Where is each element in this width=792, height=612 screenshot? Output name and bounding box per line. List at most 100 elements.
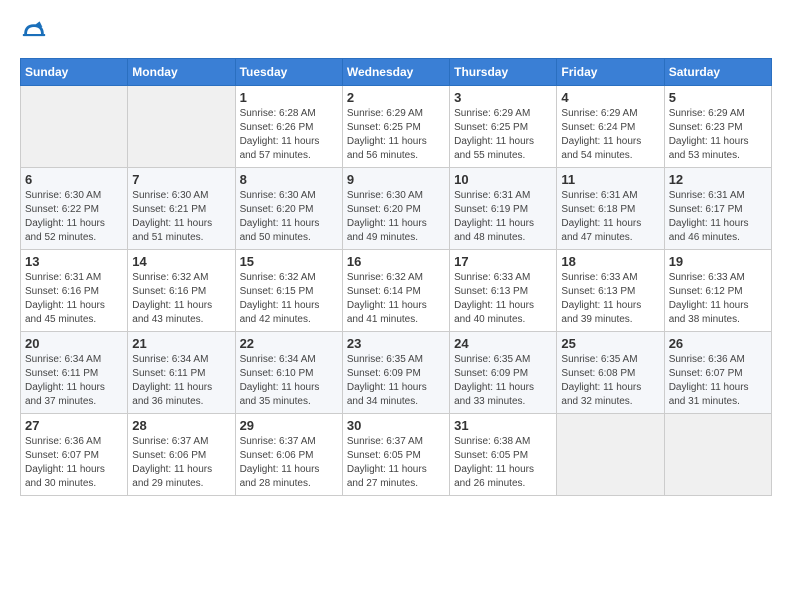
day-number: 25 xyxy=(561,336,659,351)
day-number: 2 xyxy=(347,90,445,105)
day-number: 14 xyxy=(132,254,230,269)
day-number: 3 xyxy=(454,90,552,105)
day-info: Sunrise: 6:34 AM Sunset: 6:11 PM Dayligh… xyxy=(25,353,123,409)
calendar-cell: 24 Sunrise: 6:35 AM Sunset: 6:09 PM Dayli… xyxy=(450,332,557,414)
day-info: Sunrise: 6:29 AM Sunset: 6:23 PM Dayligh… xyxy=(669,107,767,163)
calendar-cell: 3 Sunrise: 6:29 AM Sunset: 6:25 PM Daylig… xyxy=(450,86,557,168)
calendar-cell: 21 Sunrise: 6:34 AM Sunset: 6:11 PM Dayli… xyxy=(128,332,235,414)
day-number: 11 xyxy=(561,172,659,187)
calendar-cell xyxy=(664,414,771,496)
calendar-cell: 27 Sunrise: 6:36 AM Sunset: 6:07 PM Dayli… xyxy=(21,414,128,496)
day-number: 8 xyxy=(240,172,338,187)
calendar-cell: 14 Sunrise: 6:32 AM Sunset: 6:16 PM Dayli… xyxy=(128,250,235,332)
day-number: 12 xyxy=(669,172,767,187)
calendar-cell: 8 Sunrise: 6:30 AM Sunset: 6:20 PM Daylig… xyxy=(235,168,342,250)
day-info: Sunrise: 6:32 AM Sunset: 6:14 PM Dayligh… xyxy=(347,271,445,327)
day-info: Sunrise: 6:30 AM Sunset: 6:20 PM Dayligh… xyxy=(347,189,445,245)
calendar-cell: 1 Sunrise: 6:28 AM Sunset: 6:26 PM Daylig… xyxy=(235,86,342,168)
day-info: Sunrise: 6:31 AM Sunset: 6:16 PM Dayligh… xyxy=(25,271,123,327)
day-header-tuesday: Tuesday xyxy=(235,59,342,86)
day-info: Sunrise: 6:34 AM Sunset: 6:10 PM Dayligh… xyxy=(240,353,338,409)
calendar-cell: 25 Sunrise: 6:35 AM Sunset: 6:08 PM Dayli… xyxy=(557,332,664,414)
day-number: 27 xyxy=(25,418,123,433)
day-number: 29 xyxy=(240,418,338,433)
day-number: 10 xyxy=(454,172,552,187)
calendar-cell: 18 Sunrise: 6:33 AM Sunset: 6:13 PM Dayli… xyxy=(557,250,664,332)
day-info: Sunrise: 6:29 AM Sunset: 6:25 PM Dayligh… xyxy=(454,107,552,163)
calendar-week-row: 27 Sunrise: 6:36 AM Sunset: 6:07 PM Dayli… xyxy=(21,414,772,496)
day-info: Sunrise: 6:36 AM Sunset: 6:07 PM Dayligh… xyxy=(25,435,123,491)
calendar-cell: 4Sunrise: 6:29 AM Sunset: 6:24 PM Daylig… xyxy=(557,86,664,168)
day-info: Sunrise: 6:33 AM Sunset: 6:13 PM Dayligh… xyxy=(561,271,659,327)
calendar-cell: 6 Sunrise: 6:30 AM Sunset: 6:22 PM Daylig… xyxy=(21,168,128,250)
day-number: 19 xyxy=(669,254,767,269)
day-header-friday: Friday xyxy=(557,59,664,86)
day-info: Sunrise: 6:34 AM Sunset: 6:11 PM Dayligh… xyxy=(132,353,230,409)
logo-icon xyxy=(20,20,48,48)
calendar-cell: 23 Sunrise: 6:35 AM Sunset: 6:09 PM Dayli… xyxy=(342,332,449,414)
day-info: Sunrise: 6:30 AM Sunset: 6:22 PM Dayligh… xyxy=(25,189,123,245)
calendar-cell xyxy=(21,86,128,168)
logo xyxy=(20,20,52,48)
day-number: 21 xyxy=(132,336,230,351)
calendar-cell: 26Sunrise: 6:36 AM Sunset: 6:07 PM Dayli… xyxy=(664,332,771,414)
day-info: Sunrise: 6:31 AM Sunset: 6:19 PM Dayligh… xyxy=(454,189,552,245)
day-number: 9 xyxy=(347,172,445,187)
day-number: 15 xyxy=(240,254,338,269)
day-info: Sunrise: 6:33 AM Sunset: 6:12 PM Dayligh… xyxy=(669,271,767,327)
day-info: Sunrise: 6:35 AM Sunset: 6:08 PM Dayligh… xyxy=(561,353,659,409)
calendar-table: SundayMondayTuesdayWednesdayThursdayFrid… xyxy=(20,58,772,496)
calendar-cell: 20 Sunrise: 6:34 AM Sunset: 6:11 PM Dayli… xyxy=(21,332,128,414)
calendar-cell: 19 Sunrise: 6:33 AM Sunset: 6:12 PM Dayli… xyxy=(664,250,771,332)
day-number: 18 xyxy=(561,254,659,269)
calendar-week-row: 1 Sunrise: 6:28 AM Sunset: 6:26 PM Daylig… xyxy=(21,86,772,168)
day-number: 16 xyxy=(347,254,445,269)
day-header-wednesday: Wednesday xyxy=(342,59,449,86)
calendar-cell xyxy=(557,414,664,496)
day-number: 24 xyxy=(454,336,552,351)
day-number: 30 xyxy=(347,418,445,433)
day-info: Sunrise: 6:32 AM Sunset: 6:16 PM Dayligh… xyxy=(132,271,230,327)
day-info: Sunrise: 6:28 AM Sunset: 6:26 PM Dayligh… xyxy=(240,107,338,163)
day-number: 23 xyxy=(347,336,445,351)
calendar-cell: 11 Sunrise: 6:31 AM Sunset: 6:18 PM Dayli… xyxy=(557,168,664,250)
calendar-cell: 17 Sunrise: 6:33 AM Sunset: 6:13 PM Dayli… xyxy=(450,250,557,332)
calendar-cell: 28Sunrise: 6:37 AM Sunset: 6:06 PM Dayli… xyxy=(128,414,235,496)
calendar-cell: 12Sunrise: 6:31 AM Sunset: 6:17 PM Dayli… xyxy=(664,168,771,250)
day-info: Sunrise: 6:37 AM Sunset: 6:06 PM Dayligh… xyxy=(240,435,338,491)
day-info: Sunrise: 6:37 AM Sunset: 6:05 PM Dayligh… xyxy=(347,435,445,491)
day-info: Sunrise: 6:37 AM Sunset: 6:06 PM Dayligh… xyxy=(132,435,230,491)
calendar-cell: 5 Sunrise: 6:29 AM Sunset: 6:23 PM Daylig… xyxy=(664,86,771,168)
calendar-week-row: 6 Sunrise: 6:30 AM Sunset: 6:22 PM Daylig… xyxy=(21,168,772,250)
day-info: Sunrise: 6:33 AM Sunset: 6:13 PM Dayligh… xyxy=(454,271,552,327)
calendar-cell: 13Sunrise: 6:31 AM Sunset: 6:16 PM Dayli… xyxy=(21,250,128,332)
calendar-cell xyxy=(128,86,235,168)
calendar-cell: 2Sunrise: 6:29 AM Sunset: 6:25 PM Daylig… xyxy=(342,86,449,168)
calendar-cell: 31Sunrise: 6:38 AM Sunset: 6:05 PM Dayli… xyxy=(450,414,557,496)
day-number: 26 xyxy=(669,336,767,351)
calendar-cell: 16 Sunrise: 6:32 AM Sunset: 6:14 PM Dayli… xyxy=(342,250,449,332)
calendar-cell: 15 Sunrise: 6:32 AM Sunset: 6:15 PM Dayli… xyxy=(235,250,342,332)
calendar-cell: 10 Sunrise: 6:31 AM Sunset: 6:19 PM Dayli… xyxy=(450,168,557,250)
day-number: 7 xyxy=(132,172,230,187)
day-number: 1 xyxy=(240,90,338,105)
day-header-thursday: Thursday xyxy=(450,59,557,86)
day-number: 20 xyxy=(25,336,123,351)
day-info: Sunrise: 6:35 AM Sunset: 6:09 PM Dayligh… xyxy=(347,353,445,409)
calendar-week-row: 20 Sunrise: 6:34 AM Sunset: 6:11 PM Dayli… xyxy=(21,332,772,414)
calendar-cell: 22 Sunrise: 6:34 AM Sunset: 6:10 PM Dayli… xyxy=(235,332,342,414)
day-info: Sunrise: 6:30 AM Sunset: 6:21 PM Dayligh… xyxy=(132,189,230,245)
day-info: Sunrise: 6:30 AM Sunset: 6:20 PM Dayligh… xyxy=(240,189,338,245)
calendar-cell: 7 Sunrise: 6:30 AM Sunset: 6:21 PM Daylig… xyxy=(128,168,235,250)
day-number: 22 xyxy=(240,336,338,351)
day-number: 6 xyxy=(25,172,123,187)
day-number: 5 xyxy=(669,90,767,105)
calendar-week-row: 13Sunrise: 6:31 AM Sunset: 6:16 PM Dayli… xyxy=(21,250,772,332)
day-info: Sunrise: 6:32 AM Sunset: 6:15 PM Dayligh… xyxy=(240,271,338,327)
calendar-cell: 29 Sunrise: 6:37 AM Sunset: 6:06 PM Dayli… xyxy=(235,414,342,496)
day-info: Sunrise: 6:38 AM Sunset: 6:05 PM Dayligh… xyxy=(454,435,552,491)
day-info: Sunrise: 6:31 AM Sunset: 6:18 PM Dayligh… xyxy=(561,189,659,245)
day-number: 17 xyxy=(454,254,552,269)
day-info: Sunrise: 6:35 AM Sunset: 6:09 PM Dayligh… xyxy=(454,353,552,409)
calendar-cell: 30 Sunrise: 6:37 AM Sunset: 6:05 PM Dayli… xyxy=(342,414,449,496)
